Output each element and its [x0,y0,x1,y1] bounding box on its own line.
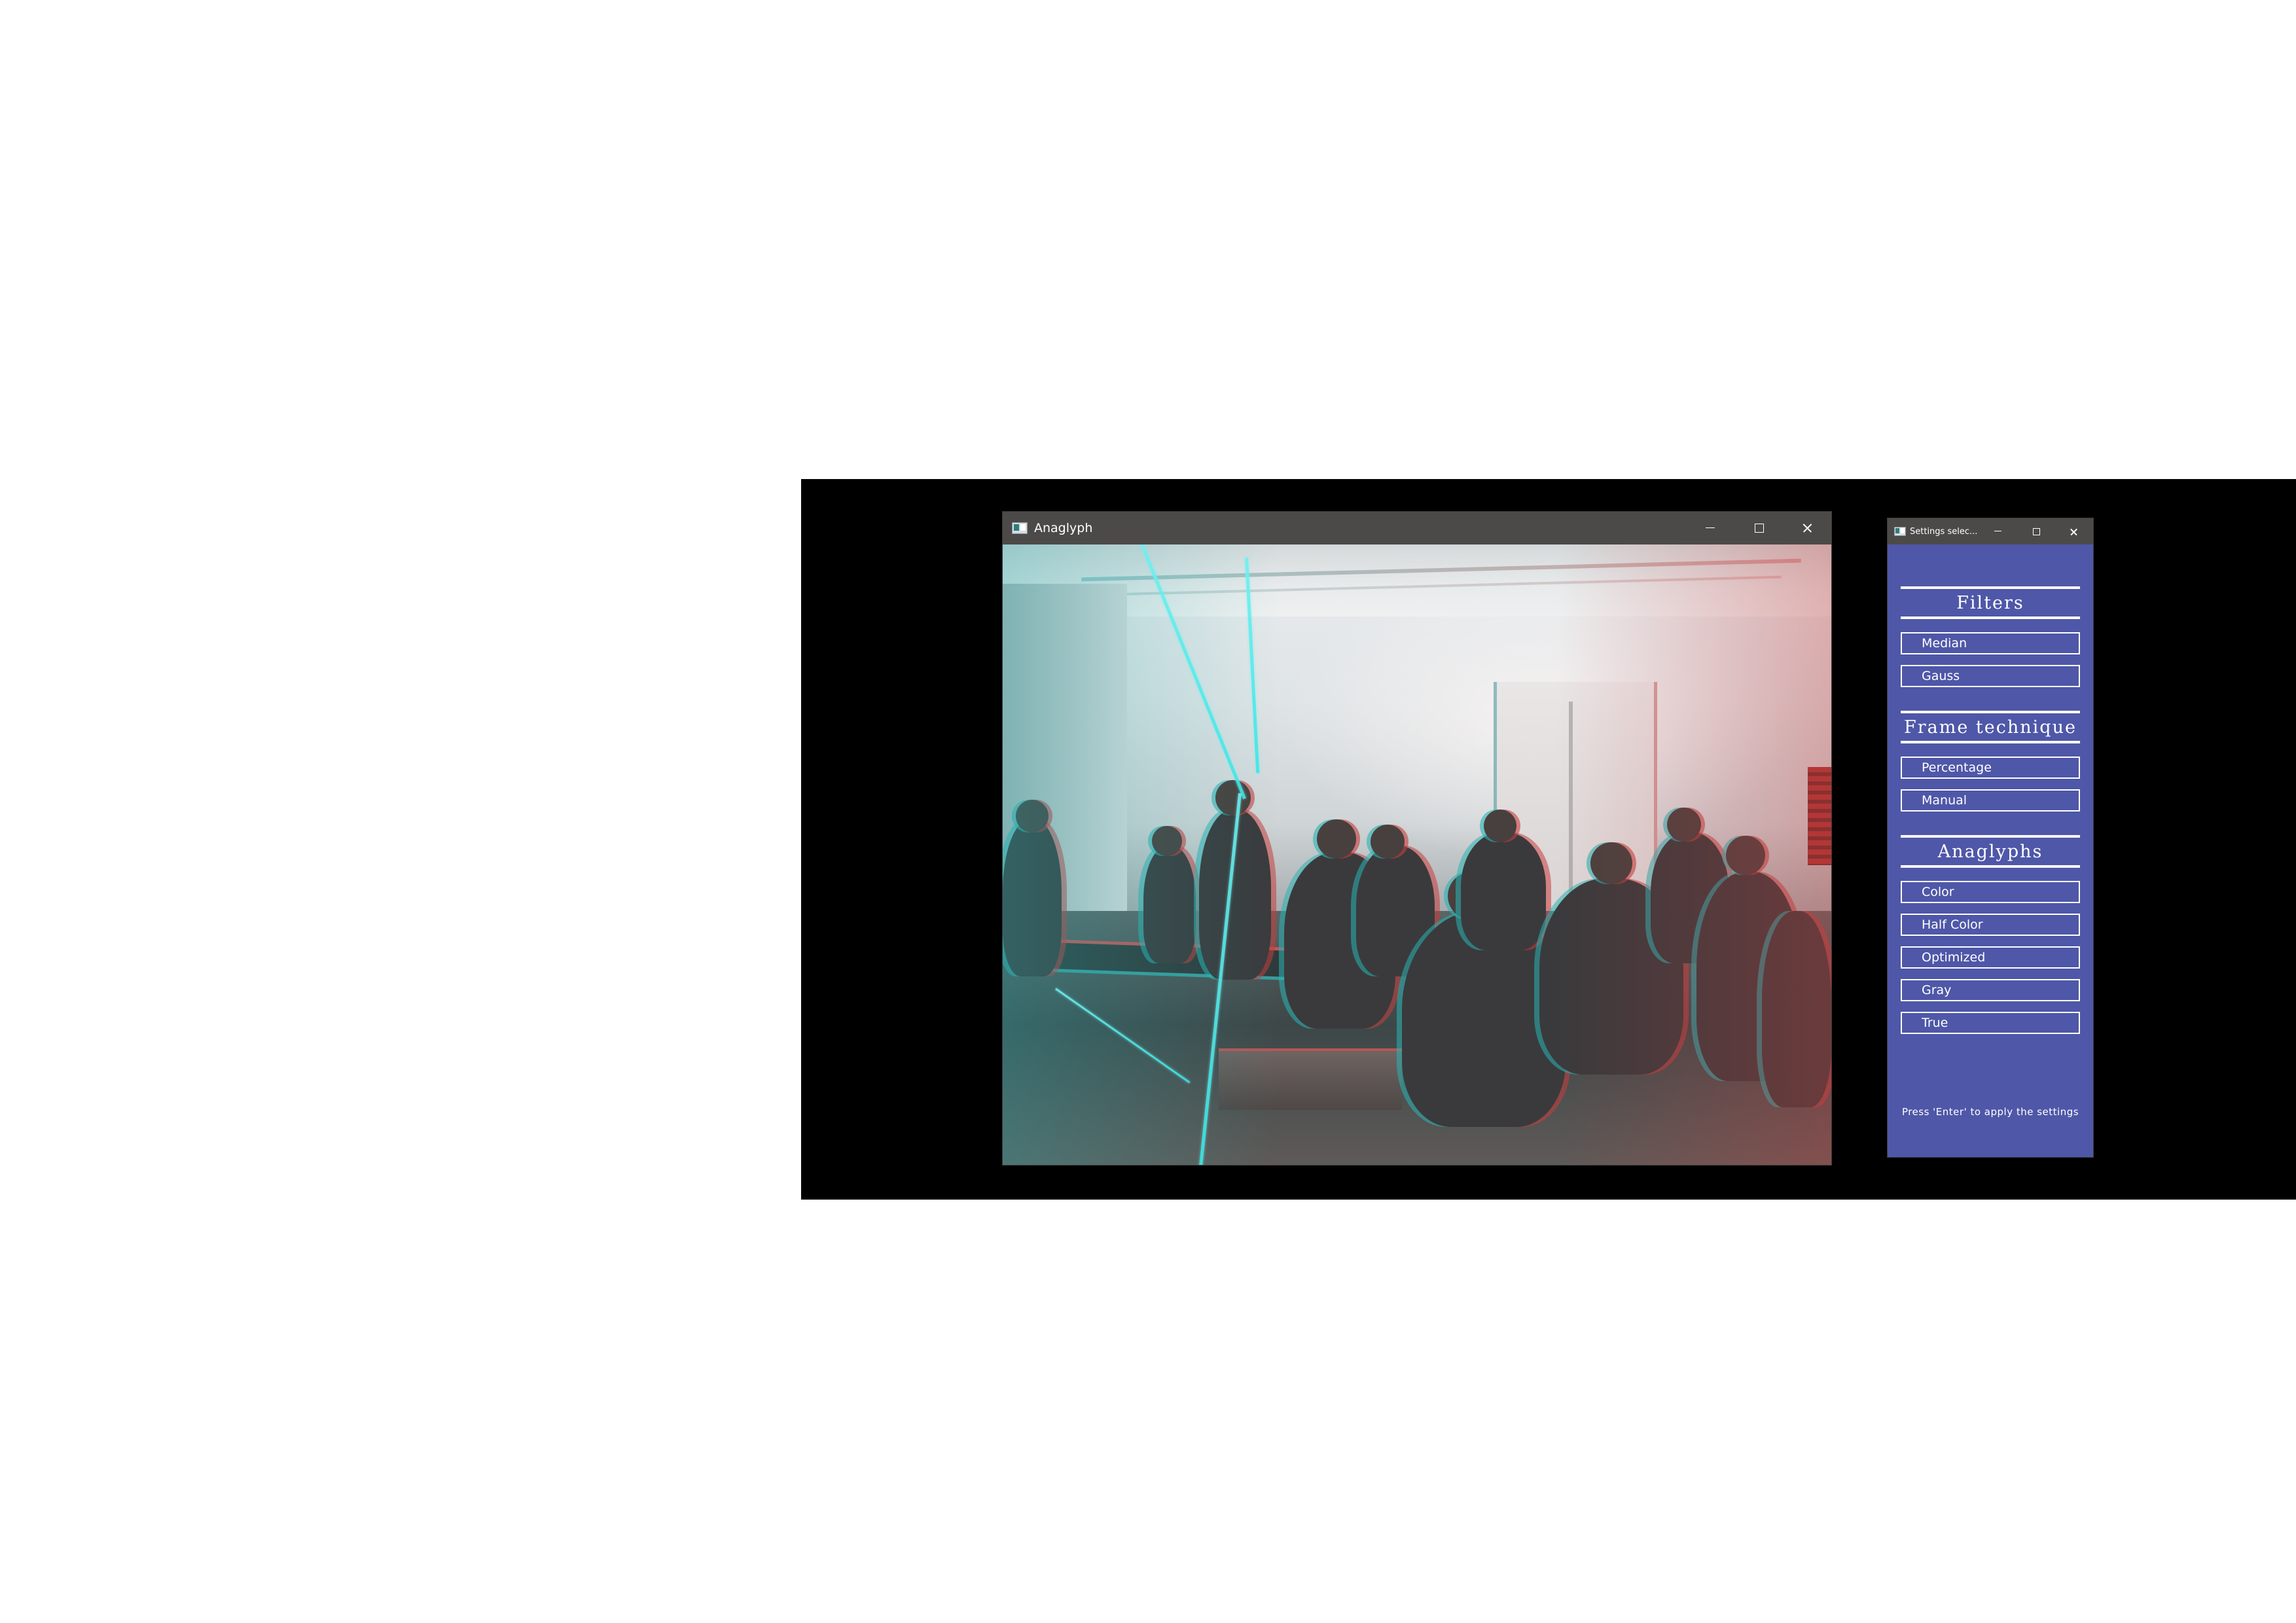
option-color[interactable]: Color [1901,881,2080,903]
option-gray[interactable]: Gray [1901,979,2080,1001]
app-icon [1012,522,1028,534]
settings-panel: Filters Median Gauss Frame technique Per… [1888,586,2093,1034]
anaglyph-window: Anaglyph [1003,512,1831,1165]
frame-technique-section: Frame technique Percentage Manual [1901,711,2080,812]
filters-section: Filters Median Gauss [1901,586,2080,687]
app-icon [1894,527,1906,536]
minimize-icon[interactable] [1979,518,2017,544]
option-true[interactable]: True [1901,1012,2080,1034]
photo-person [1461,832,1546,950]
photo-person-head [1317,819,1356,859]
option-optimized[interactable]: Optimized [1901,946,2080,969]
option-median[interactable]: Median [1901,632,2080,654]
minimize-icon[interactable] [1686,512,1734,544]
option-percentage[interactable]: Percentage [1901,757,2080,779]
window-controls [1686,512,1831,544]
close-icon[interactable] [2055,518,2093,544]
settings-window: Settings selec... Filters Median Gauss F… [1888,518,2093,1157]
window-title: Settings selec... [1910,526,1978,537]
photo-person-head [1371,825,1405,859]
photo-cyan-channel [1003,544,1278,1165]
anaglyphs-section: Anaglyphs Color Half Color Optimized Gra… [1901,835,2080,1034]
maximize-icon[interactable] [2017,518,2055,544]
maximize-icon[interactable] [1734,512,1783,544]
section-heading: Anaglyphs [1901,835,2080,868]
option-gauss[interactable]: Gauss [1901,665,2080,687]
settings-titlebar[interactable]: Settings selec... [1888,518,2093,544]
section-heading: Frame technique [1901,711,2080,743]
apply-hint: Press 'Enter' to apply the settings [1901,1106,2079,1118]
option-half-color[interactable]: Half Color [1901,914,2080,936]
window-title: Anaglyph [1034,521,1093,535]
option-manual[interactable]: Manual [1901,789,2080,812]
anaglyph-image [1003,544,1831,1165]
anaglyph-titlebar[interactable]: Anaglyph [1003,512,1831,544]
section-heading: Filters [1901,586,2080,619]
photo-red-channel [1556,544,1831,1165]
photo-person-head [1484,810,1516,842]
close-icon[interactable] [1783,512,1831,544]
window-controls [1979,518,2093,544]
page: Anaglyph Settings selec... Filters Media… [0,0,2296,1623]
